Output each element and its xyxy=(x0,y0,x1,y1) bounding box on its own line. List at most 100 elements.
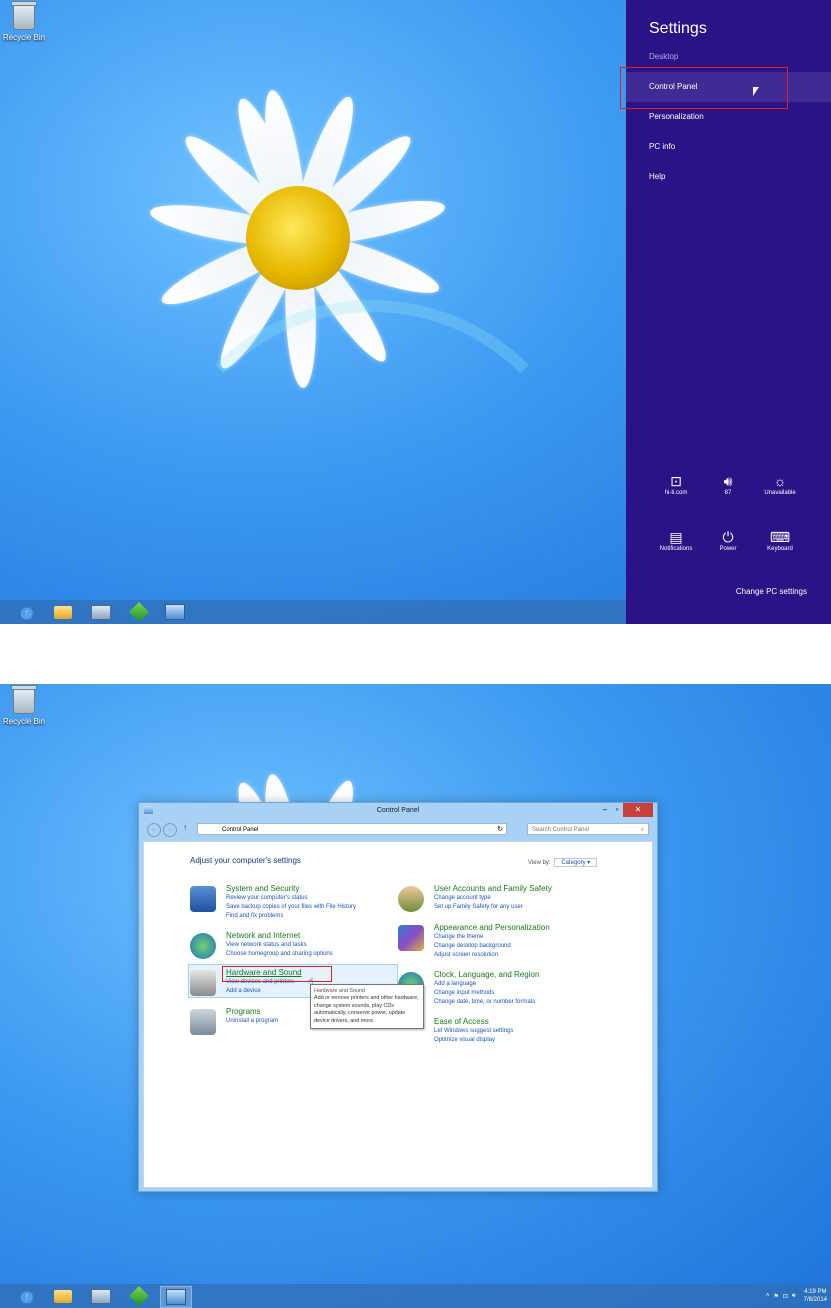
back-button[interactable]: ← xyxy=(147,823,161,837)
link-file-history[interactable]: Save backup copies of your files with Fi… xyxy=(226,904,356,910)
internet-explorer-icon: e xyxy=(21,1285,33,1307)
taskbar-app2-button[interactable] xyxy=(124,1286,154,1306)
appearance-icon xyxy=(398,925,424,951)
category-title-system-security[interactable]: System and Security xyxy=(226,884,299,893)
search-input[interactable]: Search Control Panel ⌕ xyxy=(527,823,649,835)
network-icon: ⊡ xyxy=(670,473,682,489)
link-change-theme[interactable]: Change the theme xyxy=(434,934,483,940)
cube-icon xyxy=(129,602,149,622)
page-heading: Adjust your computer's settings xyxy=(190,856,301,865)
monitor-icon xyxy=(91,1288,111,1304)
search-icon: ⌕ xyxy=(640,827,644,833)
brightness-icon: ☼ xyxy=(773,473,787,489)
tooltip-text: Add or remove printers and other hardwar… xyxy=(314,995,419,1024)
link-screen-resolution[interactable]: Adjust screen resolution xyxy=(434,952,498,958)
view-by-control: View by: Category ▾ xyxy=(528,858,598,867)
link-suggest-settings[interactable]: Let Windows suggest settings xyxy=(434,1028,513,1034)
volume-tray-icon[interactable]: 🔊︎ xyxy=(792,1293,796,1300)
tooltip-title: Hardware and Sound xyxy=(314,988,365,994)
control-panel-window: Control Panel – ▫ ✕ ← → ↑ Control Panel … xyxy=(138,802,658,1192)
tile-notifications[interactable]: ▤ Notifications xyxy=(650,528,702,552)
recycle-bin-icon xyxy=(11,1,37,30)
address-box[interactable]: Control Panel ↻ xyxy=(197,823,507,835)
control-panel-icon xyxy=(165,604,185,620)
breadcrumb[interactable]: Control Panel xyxy=(222,827,258,833)
power-icon: ⏻ xyxy=(722,529,734,545)
refresh-icon[interactable]: ↻ xyxy=(497,824,503,836)
recycle-bin-shortcut[interactable]: Recycle Bin xyxy=(2,685,46,726)
hand-cursor-icon: ☝ xyxy=(308,976,314,986)
search-placeholder: Search Control Panel xyxy=(532,827,590,833)
control-panel-content: Adjust your computer's settings View by:… xyxy=(143,841,653,1188)
category-title-ease-of-access[interactable]: Ease of Access xyxy=(434,1017,489,1026)
globe-network-icon xyxy=(190,933,216,959)
taskbar-app-button[interactable] xyxy=(86,1286,116,1306)
category-title-programs[interactable]: Programs xyxy=(226,1007,261,1016)
tile-volume-label: 87 xyxy=(724,490,732,496)
tooltip-hardware-sound: Hardware and Sound Add or remove printer… xyxy=(310,984,424,1030)
taskbar: e ˄ ⚑ ⊡ 🔊︎ 4:19 PM 7/8/2014 xyxy=(0,1284,831,1308)
tray-clock[interactable]: 4:19 PM 7/8/2014 xyxy=(804,1288,827,1304)
tile-power[interactable]: ⏻ Power xyxy=(702,528,754,552)
category-title-user-accounts[interactable]: User Accounts and Family Safety xyxy=(434,884,552,893)
tray-date: 7/8/2014 xyxy=(803,1297,827,1303)
system-tray: ˄ ⚑ ⊡ 🔊︎ 4:19 PM 7/8/2014 xyxy=(766,1284,827,1308)
link-change-account-type[interactable]: Change account type xyxy=(434,895,491,901)
link-fix-problems[interactable]: Find and fix problems xyxy=(226,913,283,919)
desktop-control-panel-screen: Recycle Bin Control Panel – ▫ ✕ ← → ↑ Co… xyxy=(0,684,831,1308)
maximize-button[interactable]: ▫ xyxy=(611,803,623,817)
link-add-device[interactable]: Add a device xyxy=(226,988,261,994)
close-button[interactable]: ✕ xyxy=(623,803,653,817)
taskbar-ie-button[interactable]: e xyxy=(12,1285,42,1307)
highlight-box xyxy=(620,67,788,109)
view-by-dropdown[interactable]: Category ▾ xyxy=(554,858,598,867)
forward-button[interactable]: → xyxy=(163,823,177,837)
link-network-status[interactable]: View network status and tasks xyxy=(226,942,307,948)
taskbar-control-panel-button[interactable] xyxy=(160,1286,192,1308)
taskbar-ie-button[interactable]: e xyxy=(12,602,42,623)
link-date-time-formats[interactable]: Change date, time, or number formats xyxy=(434,999,535,1005)
tile-brightness[interactable]: ☼ Unavailable xyxy=(754,472,806,496)
monitor-icon xyxy=(91,604,111,620)
tile-power-label: Power xyxy=(719,546,737,552)
charm-item-pc-info[interactable]: PC info xyxy=(626,132,831,162)
tile-network[interactable]: ⊡ hi-ti.com xyxy=(650,472,702,496)
taskbar-app-button[interactable] xyxy=(86,602,116,622)
taskbar-explorer-button[interactable] xyxy=(48,602,78,622)
flag-icon[interactable]: ⚑ xyxy=(773,1293,778,1300)
tile-volume[interactable]: 🔊︎ 87 xyxy=(702,472,754,496)
link-visual-display[interactable]: Optimize visual display xyxy=(434,1037,495,1043)
folder-icon xyxy=(54,1289,72,1303)
view-by-label: View by: xyxy=(528,860,551,866)
recycle-bin-label: Recycle Bin xyxy=(2,33,46,42)
category-title-clock-language[interactable]: Clock, Language, and Region xyxy=(434,970,539,979)
highlight-box xyxy=(222,966,332,982)
category-title-appearance[interactable]: Appearance and Personalization xyxy=(434,923,550,932)
link-input-methods[interactable]: Change input methods xyxy=(434,990,494,996)
taskbar-control-panel-button[interactable] xyxy=(160,602,190,622)
programs-icon xyxy=(190,1009,216,1035)
network-tray-icon[interactable]: ⊡ xyxy=(783,1293,788,1300)
link-review-status[interactable]: Review your computer's status xyxy=(226,895,308,901)
up-button[interactable]: ↑ xyxy=(183,823,187,832)
chevron-up-icon[interactable]: ˄ xyxy=(766,1293,770,1299)
view-by-value: Category xyxy=(561,860,586,866)
change-pc-settings-link[interactable]: Change PC settings xyxy=(736,587,807,596)
minimize-button[interactable]: – xyxy=(599,803,611,817)
notifications-icon: ▤ xyxy=(669,529,683,545)
taskbar-explorer-button[interactable] xyxy=(48,1286,78,1306)
charm-item-help[interactable]: Help xyxy=(626,162,831,192)
link-family-safety[interactable]: Set up Family Safety for any user xyxy=(434,904,523,910)
link-homegroup[interactable]: Choose homegroup and sharing options xyxy=(226,951,333,957)
link-uninstall-program[interactable]: Uninstall a program xyxy=(226,1018,278,1024)
link-add-language[interactable]: Add a language xyxy=(434,981,476,987)
tile-network-label: hi-ti.com xyxy=(664,490,688,496)
tile-keyboard[interactable]: ⌨ Keyboard xyxy=(754,528,806,552)
folder-icon xyxy=(54,605,72,619)
link-desktop-background[interactable]: Change desktop background xyxy=(434,943,511,949)
volume-icon: 🔊︎ xyxy=(723,473,733,489)
taskbar-app2-button[interactable] xyxy=(124,602,154,622)
recycle-bin-shortcut[interactable]: Recycle Bin xyxy=(2,1,46,42)
category-title-network[interactable]: Network and Internet xyxy=(226,931,300,940)
window-title: Control Panel xyxy=(376,807,420,814)
